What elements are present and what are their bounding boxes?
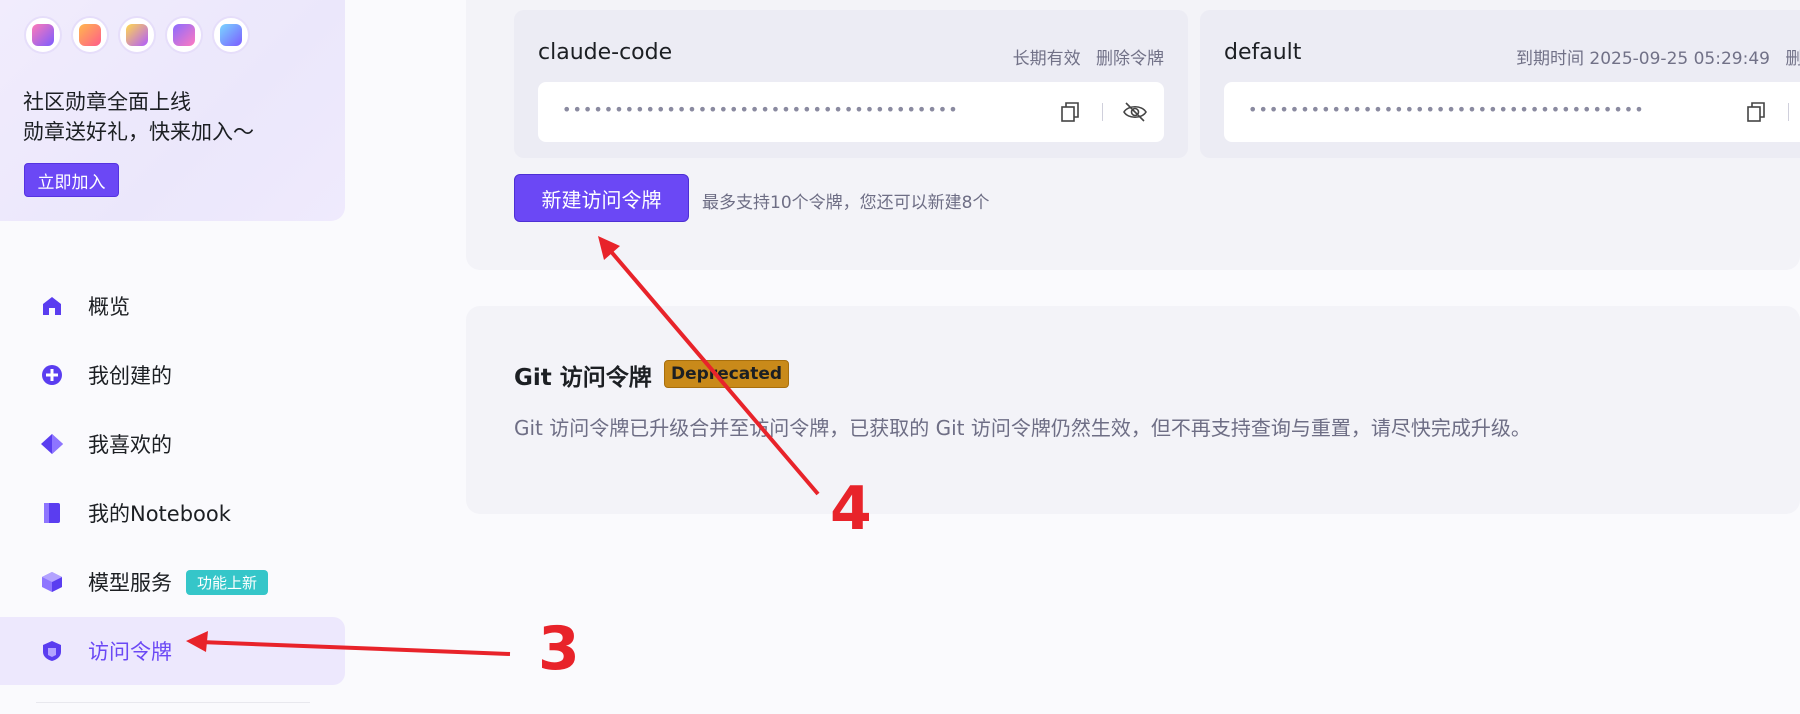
- sidebar-item-notebook[interactable]: 我的Notebook: [0, 479, 345, 547]
- token-name: claude-code: [538, 40, 673, 65]
- notebook-icon: [40, 501, 64, 525]
- badge-promo-banner: 社区勋章全面上线 勋章送好礼，快来加入～ 立即加入: [0, 0, 345, 221]
- delete-token-link[interactable]: 删除令牌: [1096, 49, 1164, 69]
- delete-token-link[interactable]: 删除令牌: [1785, 49, 1800, 69]
- plus-circle-icon: [40, 363, 64, 387]
- token-card: default 到期时间 2025-09-25 05:29:49 删除令牌 ••…: [1200, 10, 1800, 158]
- sidebar-divider: [36, 702, 310, 703]
- sidebar-item-label: 模型服务: [88, 571, 172, 595]
- field-separator: [1788, 103, 1789, 121]
- token-validity: 到期时间 2025-09-25 05:29:49: [1516, 49, 1770, 69]
- copy-icon[interactable]: [1058, 100, 1082, 124]
- new-feature-tag: 功能上新: [186, 569, 269, 595]
- annotation-number-4: 4: [830, 474, 872, 544]
- access-token-panel: claude-code 长期有效 删除令牌 ••••••••••••••••••…: [466, 0, 1800, 270]
- cube-icon: [40, 570, 64, 594]
- badge-icon: [212, 16, 250, 54]
- token-name: default: [1224, 40, 1302, 65]
- field-separator: [1102, 103, 1103, 121]
- promo-headline: 社区勋章全面上线: [23, 90, 191, 114]
- token-meta: 到期时间 2025-09-25 05:29:49 删除令牌: [1516, 44, 1800, 69]
- diamond-icon: [40, 432, 64, 456]
- sidebar-item-created[interactable]: 我创建的: [0, 341, 345, 409]
- new-access-token-button[interactable]: 新建访问令牌: [514, 174, 689, 222]
- sidebar-item-label: 我喜欢的: [88, 433, 172, 457]
- home-icon: [40, 294, 64, 318]
- token-limit-hint: 最多支持10个令牌，您还可以新建8个: [702, 193, 990, 213]
- sidebar-item-favorites[interactable]: 我喜欢的: [0, 410, 345, 478]
- badge-icon: [118, 16, 156, 54]
- badge-icon: [24, 16, 62, 54]
- sidebar-item-label: 访问令牌: [88, 640, 172, 664]
- token-validity: 长期有效: [1012, 49, 1081, 69]
- badge-row: [24, 16, 250, 54]
- git-token-description: Git 访问令牌已升级合并至访问令牌，已获取的 Git 访问令牌仍然生效，但不再…: [514, 416, 1531, 440]
- deprecated-badge: Deprecated: [664, 360, 790, 388]
- join-now-button[interactable]: 立即加入: [24, 163, 119, 197]
- eye-off-icon[interactable]: [1122, 100, 1147, 124]
- git-token-title: Git 访问令牌: [514, 365, 652, 391]
- promo-subline: 勋章送好礼，快来加入～: [23, 120, 254, 144]
- shield-icon: [40, 639, 64, 663]
- token-card: claude-code 长期有效 删除令牌 ••••••••••••••••••…: [514, 10, 1188, 158]
- annotation-number-3: 3: [538, 614, 580, 684]
- badge-icon: [71, 16, 109, 54]
- sidebar-item-label: 概览: [88, 295, 130, 319]
- git-token-panel: Git 访问令牌 Deprecated Git 访问令牌已升级合并至访问令牌，已…: [466, 306, 1800, 514]
- copy-icon[interactable]: [1744, 100, 1768, 124]
- sidebar-item-overview[interactable]: 概览: [0, 272, 345, 340]
- token-meta: 长期有效 删除令牌: [1013, 44, 1164, 69]
- masked-token: ••••••••••••••••••••••••••••••••••••••: [562, 100, 959, 119]
- sidebar-item-model-service[interactable]: 模型服务 功能上新: [0, 548, 345, 616]
- token-value-field: ••••••••••••••••••••••••••••••••••••••: [538, 82, 1164, 142]
- masked-token: ••••••••••••••••••••••••••••••••••••••: [1248, 100, 1645, 119]
- token-value-field: ••••••••••••••••••••••••••••••••••••••: [1224, 82, 1800, 142]
- sidebar-item-access-tokens[interactable]: 访问令牌: [0, 617, 345, 685]
- sidebar-item-label: 我的Notebook: [88, 502, 231, 526]
- sidebar-item-label: 我创建的: [88, 364, 172, 388]
- badge-icon: [165, 16, 203, 54]
